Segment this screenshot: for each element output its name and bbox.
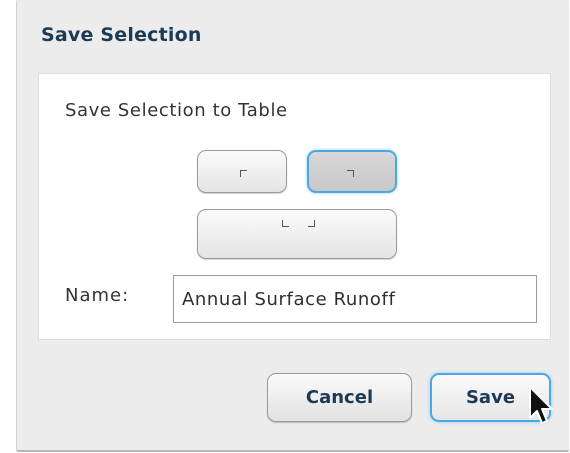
name-label: Name: <box>65 285 130 306</box>
corner-top-left-icon <box>240 170 247 177</box>
cancel-button[interactable]: Cancel <box>267 373 412 422</box>
dialog-title: Save Selection <box>41 24 202 46</box>
corner-top-right-icon <box>347 170 354 177</box>
mouse-pointer-icon <box>529 386 553 424</box>
corner-top-left-button[interactable] <box>197 150 287 193</box>
corner-top-right-button[interactable] <box>307 150 397 193</box>
name-input[interactable] <box>173 275 537 323</box>
panel-heading: Save Selection to Table <box>65 100 288 121</box>
corners-bottom-button[interactable] <box>197 209 397 259</box>
selection-panel: Save Selection to Table Name: <box>38 73 551 340</box>
save-selection-dialog: Save Selection Save Selection to Table N… <box>16 0 569 452</box>
